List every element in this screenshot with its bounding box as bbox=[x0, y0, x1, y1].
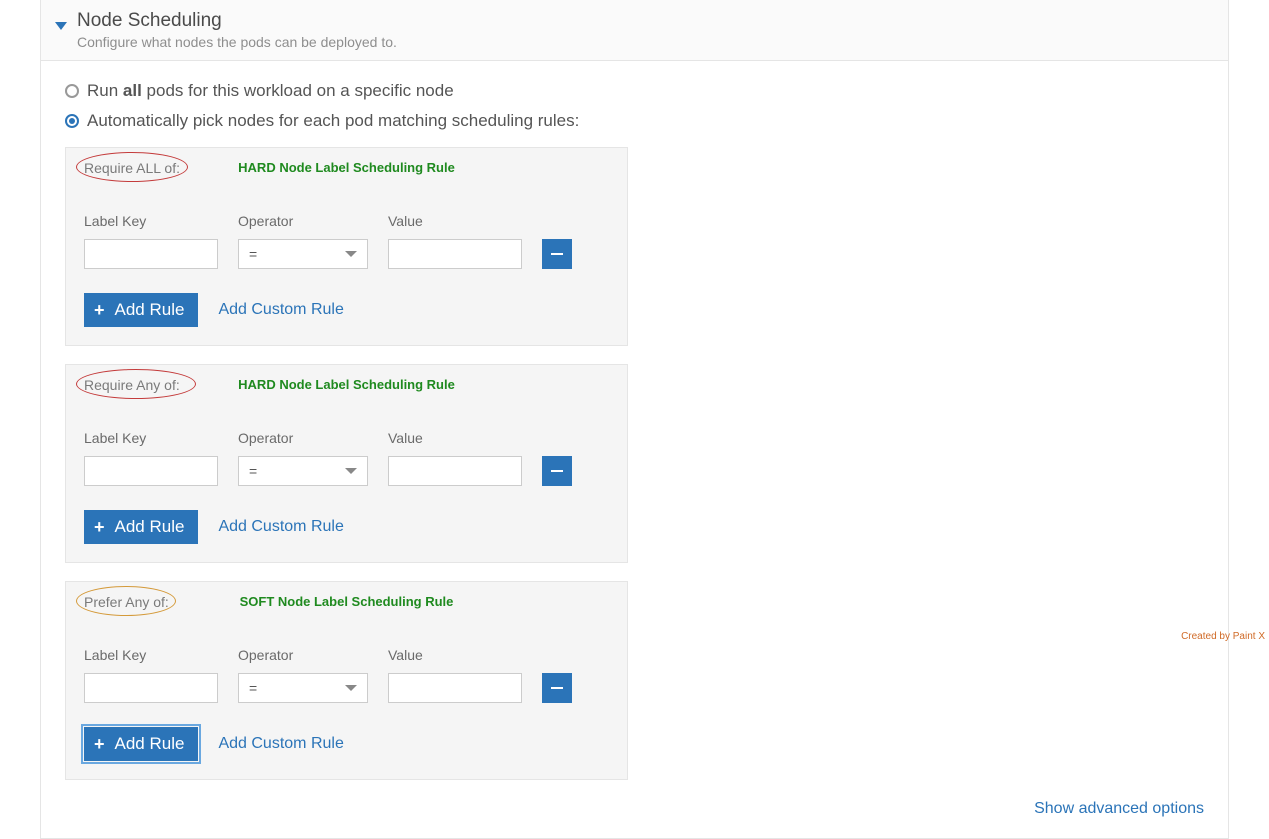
label-key-input[interactable] bbox=[84, 673, 218, 703]
value-input[interactable] bbox=[388, 239, 522, 269]
show-advanced-link[interactable]: Show advanced options bbox=[65, 800, 1204, 818]
add-rule-button[interactable]: + Add Rule bbox=[84, 510, 198, 544]
card-require-any: HARD Node Label Scheduling Rule Require … bbox=[65, 364, 628, 563]
card-subtitle: Prefer Any of: bbox=[84, 594, 169, 610]
operator-value: = bbox=[249, 680, 257, 696]
operator-select[interactable]: = bbox=[238, 673, 368, 703]
add-rule-label: Add Rule bbox=[115, 300, 185, 320]
radio-specific-node[interactable]: Run all pods for this workload on a spec… bbox=[65, 81, 1204, 101]
plus-icon: + bbox=[94, 518, 105, 536]
minus-icon bbox=[551, 687, 563, 689]
radio-label-post: pods for this workload on a specific nod… bbox=[142, 81, 454, 100]
panel-body: Run all pods for this workload on a spec… bbox=[41, 61, 1228, 838]
operator-label: Operator bbox=[238, 213, 368, 229]
remove-rule-button[interactable] bbox=[542, 456, 572, 486]
radio-icon bbox=[65, 84, 79, 98]
value-label: Value bbox=[388, 647, 522, 663]
label-key-label: Label Key bbox=[84, 430, 218, 446]
chevron-down-icon bbox=[345, 685, 357, 691]
radio-label-bold: all bbox=[123, 81, 142, 100]
rule-row: Label Key Operator = Value bbox=[84, 213, 609, 269]
label-key-label: Label Key bbox=[84, 213, 218, 229]
label-key-input[interactable] bbox=[84, 239, 218, 269]
value-input[interactable] bbox=[388, 673, 522, 703]
add-rule-button[interactable]: + Add Rule bbox=[84, 293, 198, 327]
radio-auto-pick[interactable]: Automatically pick nodes for each pod ma… bbox=[65, 111, 1204, 131]
label-key-label: Label Key bbox=[84, 647, 218, 663]
label-key-input[interactable] bbox=[84, 456, 218, 486]
value-label: Value bbox=[388, 213, 522, 229]
minus-icon bbox=[551, 253, 563, 255]
node-scheduling-panel: Node Scheduling Configure what nodes the… bbox=[40, 0, 1229, 839]
add-custom-rule-link[interactable]: Add Custom Rule bbox=[218, 518, 343, 536]
panel-subtitle: Configure what nodes the pods can be dep… bbox=[77, 34, 397, 50]
plus-icon: + bbox=[94, 735, 105, 753]
rule-row: Label Key Operator = Value bbox=[84, 647, 609, 703]
plus-icon: + bbox=[94, 301, 105, 319]
radio-label-pre: Run bbox=[87, 81, 123, 100]
rule-row: Label Key Operator = Value bbox=[84, 430, 609, 486]
add-custom-rule-link[interactable]: Add Custom Rule bbox=[218, 735, 343, 753]
value-label: Value bbox=[388, 430, 522, 446]
remove-rule-button[interactable] bbox=[542, 673, 572, 703]
operator-value: = bbox=[249, 463, 257, 479]
minus-icon bbox=[551, 470, 563, 472]
operator-select[interactable]: = bbox=[238, 239, 368, 269]
remove-rule-button[interactable] bbox=[542, 239, 572, 269]
card-subtitle: Require ALL of: bbox=[84, 160, 180, 176]
operator-value: = bbox=[249, 246, 257, 262]
collapse-icon bbox=[55, 22, 67, 30]
operator-select[interactable]: = bbox=[238, 456, 368, 486]
card-prefer-any: SOFT Node Label Scheduling Rule Prefer A… bbox=[65, 581, 628, 780]
operator-label: Operator bbox=[238, 647, 368, 663]
panel-header[interactable]: Node Scheduling Configure what nodes the… bbox=[41, 0, 1228, 61]
panel-title: Node Scheduling bbox=[77, 10, 397, 32]
watermark: Created by Paint X bbox=[1181, 631, 1265, 642]
chevron-down-icon bbox=[345, 251, 357, 257]
add-custom-rule-link[interactable]: Add Custom Rule bbox=[218, 301, 343, 319]
add-rule-label: Add Rule bbox=[115, 517, 185, 537]
card-require-all: HARD Node Label Scheduling Rule Require … bbox=[65, 147, 628, 346]
radio-label: Automatically pick nodes for each pod ma… bbox=[87, 111, 579, 131]
add-rule-label: Add Rule bbox=[115, 734, 185, 754]
operator-label: Operator bbox=[238, 430, 368, 446]
chevron-down-icon bbox=[345, 468, 357, 474]
radio-icon bbox=[65, 114, 79, 128]
value-input[interactable] bbox=[388, 456, 522, 486]
card-subtitle: Require Any of: bbox=[84, 377, 180, 393]
add-rule-button[interactable]: + Add Rule bbox=[84, 727, 198, 761]
